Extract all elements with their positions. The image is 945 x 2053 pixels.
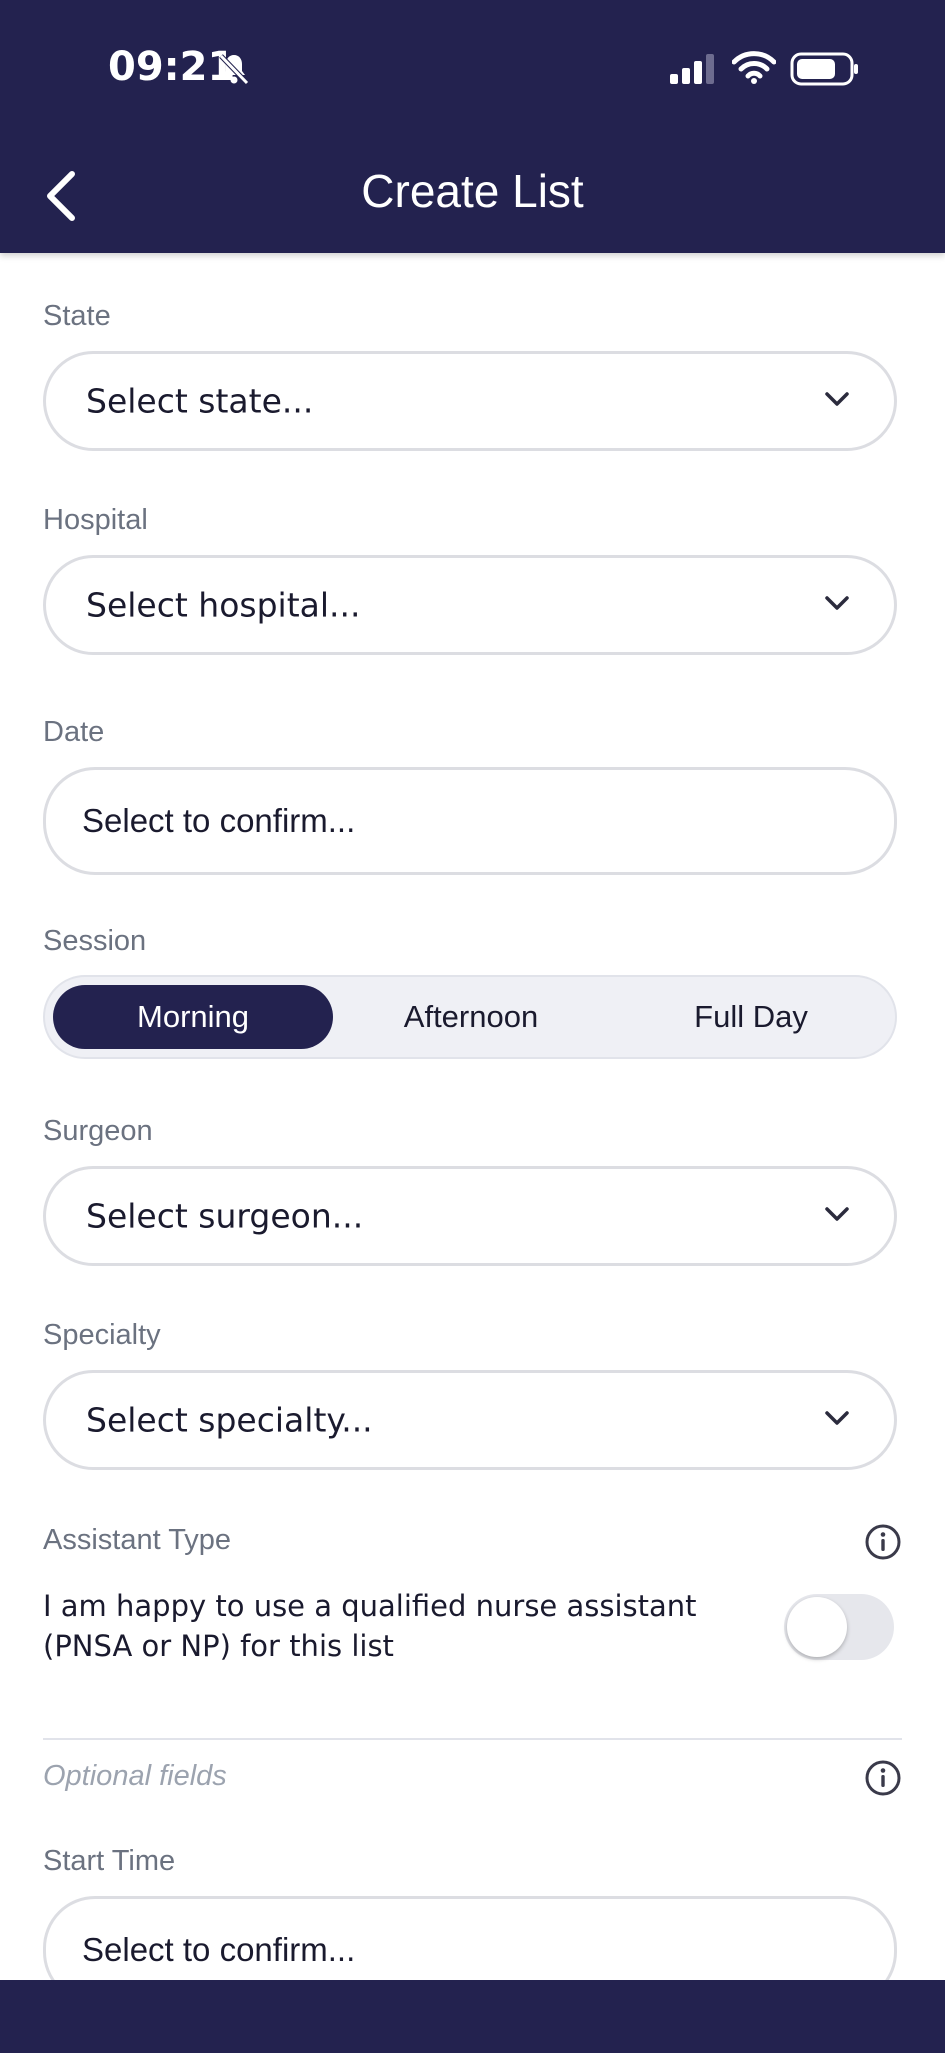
- state-select-value: Select state...: [86, 381, 314, 421]
- state-label: State: [43, 300, 111, 332]
- specialty-select-value: Select specialty...: [86, 1400, 373, 1440]
- info-icon[interactable]: [864, 1759, 902, 1801]
- chevron-down-icon: [824, 595, 850, 615]
- session-option-full-day[interactable]: Full Day: [611, 985, 891, 1049]
- start-time-label: Start Time: [43, 1845, 176, 1877]
- start-time-picker-value: Select to confirm...: [82, 1931, 356, 1968]
- session-segmented-control: Morning Afternoon Full Day: [43, 975, 897, 1059]
- state-select[interactable]: Select state...: [43, 351, 897, 451]
- bell-slash-icon: [218, 52, 250, 90]
- date-picker[interactable]: Select to confirm...: [43, 767, 897, 875]
- battery-icon: [790, 52, 860, 90]
- assistant-type-toggle-text: I am happy to use a qualified nurse assi…: [43, 1589, 697, 1663]
- chevron-down-icon: [824, 391, 850, 411]
- date-picker-value: Select to confirm...: [82, 802, 356, 839]
- assistant-type-toggle[interactable]: [784, 1594, 894, 1660]
- surgeon-label: Surgeon: [43, 1115, 153, 1147]
- optional-fields-label: Optional fields: [43, 1760, 227, 1792]
- wifi-icon: [731, 50, 777, 88]
- date-label: Date: [43, 716, 105, 748]
- specialty-select[interactable]: Select specialty...: [43, 1370, 897, 1470]
- hospital-select-value: Select hospital...: [86, 585, 361, 625]
- surgeon-select-value: Select surgeon...: [86, 1196, 364, 1236]
- session-option-afternoon[interactable]: Afternoon: [331, 985, 611, 1049]
- session-option-morning[interactable]: Morning: [53, 985, 333, 1049]
- info-icon[interactable]: [864, 1523, 902, 1565]
- session-label: Session: [43, 925, 147, 957]
- hospital-label: Hospital: [43, 504, 148, 536]
- specialty-label: Specialty: [43, 1319, 161, 1351]
- toggle-knob: [787, 1597, 847, 1657]
- status-time: 09:21: [108, 44, 236, 90]
- assistant-type-label: Assistant Type: [43, 1524, 232, 1556]
- page-title: Create List: [361, 165, 584, 217]
- surgeon-select[interactable]: Select surgeon...: [43, 1166, 897, 1266]
- app-header: 09:21 Create List: [0, 0, 945, 253]
- chevron-down-icon: [824, 1206, 850, 1226]
- chevron-down-icon: [824, 1410, 850, 1430]
- bottom-bar: [0, 1980, 945, 2053]
- hospital-select[interactable]: Select hospital...: [43, 555, 897, 655]
- cellular-signal-icon: [670, 54, 718, 88]
- divider: [43, 1738, 902, 1740]
